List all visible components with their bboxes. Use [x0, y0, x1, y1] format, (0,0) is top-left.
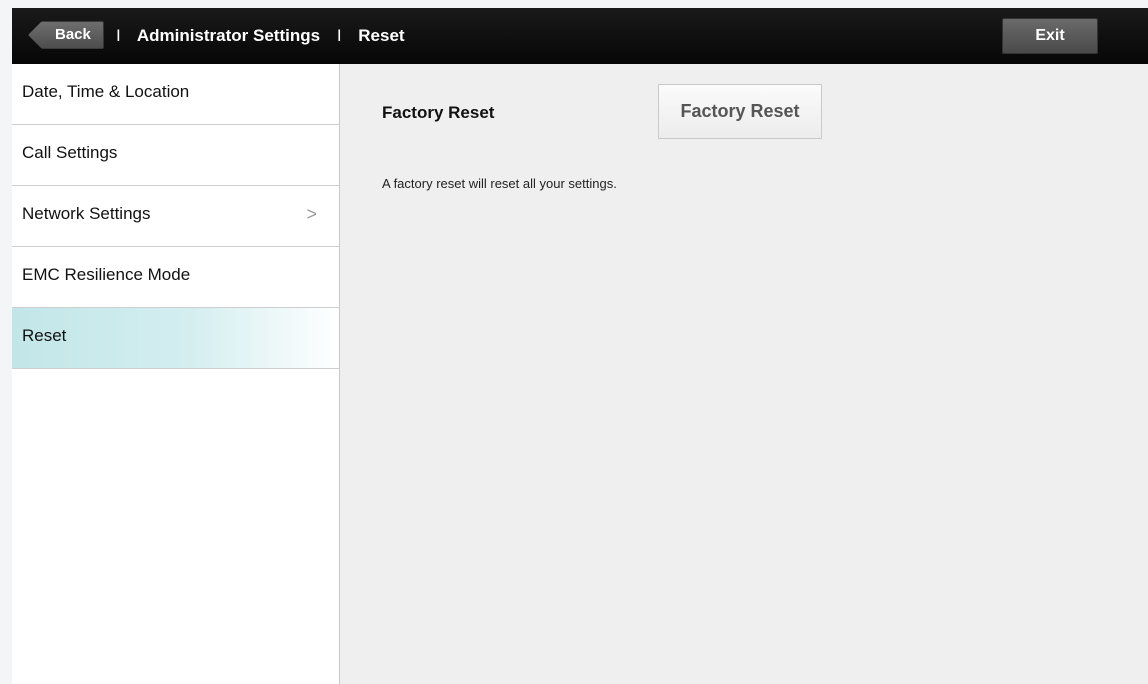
chevron-right-icon: >	[306, 204, 317, 224]
factory-reset-button[interactable]: Factory Reset	[658, 84, 822, 139]
sidebar-item-label: Call Settings	[22, 143, 118, 162]
sidebar-item-call-settings[interactable]: Call Settings	[12, 125, 339, 186]
breadcrumb-separator: I	[336, 26, 342, 45]
breadcrumb-reset: Reset	[358, 26, 405, 45]
breadcrumb-separator: I	[116, 26, 121, 45]
app-window: Back I Administrator Settings I Reset Ex…	[12, 8, 1148, 684]
back-button[interactable]: Back	[28, 21, 104, 49]
sidebar: Date, Time & Location Call Settings Netw…	[12, 64, 340, 684]
sidebar-item-label: Network Settings	[22, 204, 151, 223]
sidebar-item-network-settings[interactable]: Network Settings >	[12, 186, 339, 247]
exit-button[interactable]: Exit	[1002, 18, 1098, 54]
breadcrumb-administrator-settings[interactable]: Administrator Settings	[137, 26, 320, 45]
sidebar-item-emc-resilience-mode[interactable]: EMC Resilience Mode	[12, 247, 339, 308]
reset-description: A factory reset will reset all your sett…	[382, 176, 617, 191]
section-title: Factory Reset	[382, 103, 495, 122]
main-panel: Factory Reset Factory Reset A factory re…	[340, 64, 1148, 684]
top-bar: Back I Administrator Settings I Reset Ex…	[12, 8, 1148, 64]
breadcrumb: I Administrator Settings I Reset	[116, 8, 417, 64]
sidebar-item-label: Reset	[22, 326, 67, 345]
sidebar-item-date-time-location[interactable]: Date, Time & Location	[12, 64, 339, 125]
sidebar-item-reset[interactable]: Reset	[12, 308, 339, 369]
sidebar-item-label: Date, Time & Location	[22, 82, 190, 101]
sidebar-item-label: EMC Resilience Mode	[22, 265, 191, 284]
